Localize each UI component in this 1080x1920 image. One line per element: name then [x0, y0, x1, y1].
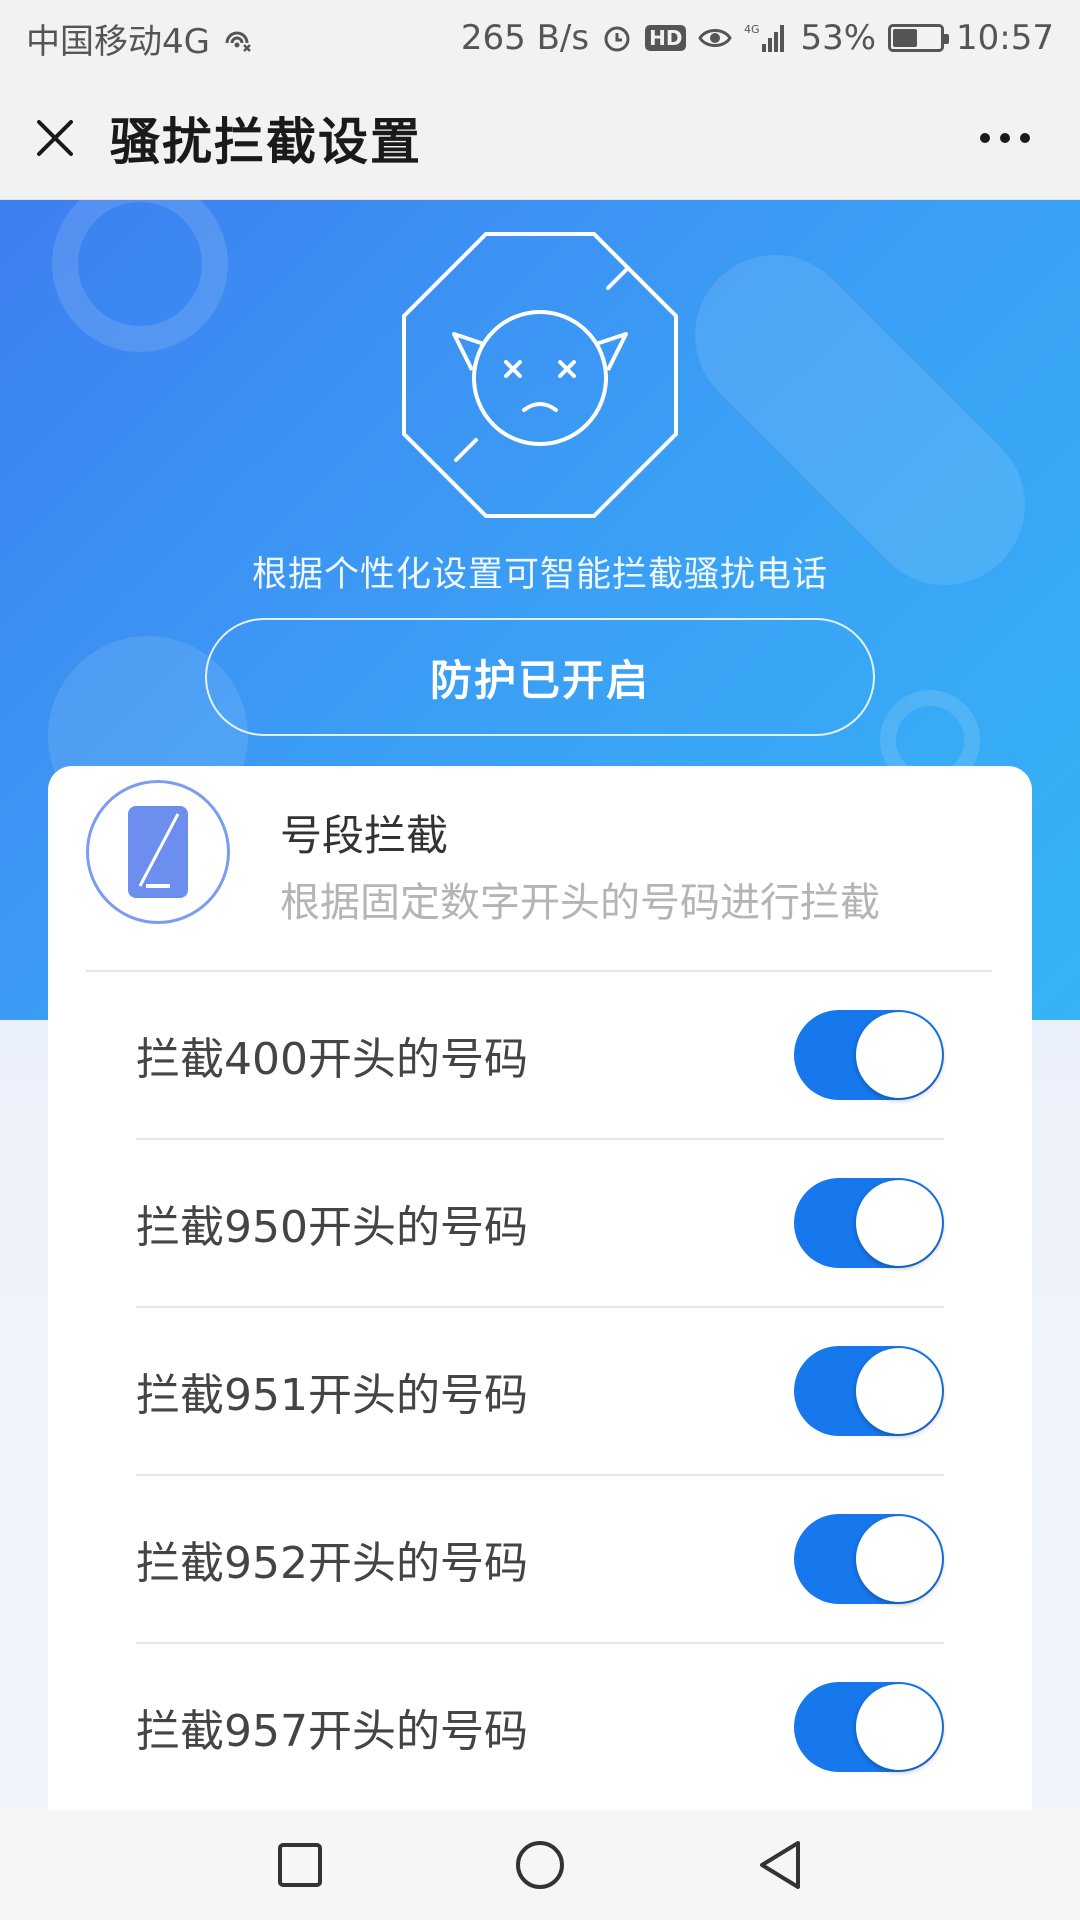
hd-badge: HD [645, 25, 687, 51]
close-button[interactable] [0, 76, 110, 200]
toggle-knob [856, 1516, 942, 1602]
rule-toggle-957[interactable] [794, 1682, 944, 1772]
alarm-icon [601, 22, 633, 54]
clock: 10:57 [956, 18, 1054, 58]
battery-fill [893, 29, 918, 47]
shield-emblem-icon [402, 232, 678, 518]
system-nav-bar [0, 1810, 1080, 1920]
back-button[interactable] [750, 1835, 810, 1895]
close-icon [37, 119, 73, 156]
phone-icon [86, 780, 230, 924]
toggle-knob [856, 1684, 942, 1770]
card-header: 号段拦截 根据固定数字开头的号码进行拦截 [48, 766, 1032, 972]
card-title: 号段拦截 [280, 811, 449, 860]
more-button[interactable] [960, 76, 1050, 200]
rule-toggle-952[interactable] [794, 1514, 944, 1604]
rule-label: 拦截952开头的号码 [136, 1538, 528, 1589]
toggle-knob [856, 1348, 942, 1434]
rule-row-950: 拦截950开头的号码 [136, 1140, 944, 1308]
network-speed: 265 B/s [460, 18, 590, 58]
rule-row-400: 拦截400开头的号码 [136, 972, 944, 1140]
signal-icon: 4G [744, 22, 788, 54]
battery-icon [888, 24, 950, 52]
hero-description: 根据个性化设置可智能拦截骚扰电话 [251, 555, 828, 595]
card-subtitle: 根据固定数字开头的号码进行拦截 [280, 880, 880, 926]
protection-status-button[interactable]: 防护已开启 [205, 618, 875, 736]
signal-network-label: 4G [744, 23, 760, 36]
rule-label: 拦截951开头的号码 [136, 1370, 528, 1421]
rule-label: 拦截400开头的号码 [136, 1034, 528, 1085]
rule-row-952: 拦截952开头的号码 [136, 1476, 944, 1644]
page-title: 骚扰拦截设置 [110, 112, 422, 171]
more-icon [980, 133, 1030, 143]
home-button[interactable] [510, 1835, 570, 1895]
eye-icon [698, 25, 733, 51]
rule-toggle-950[interactable] [794, 1178, 944, 1268]
toggle-knob [856, 1012, 942, 1098]
rule-toggle-951[interactable] [794, 1346, 944, 1436]
rule-toggle-400[interactable] [794, 1010, 944, 1100]
square-icon [278, 1843, 322, 1887]
recents-button[interactable] [270, 1835, 330, 1895]
title-bar: 骚扰拦截设置 [0, 76, 1080, 200]
carrier-label: 中国移动4G [26, 21, 210, 62]
battery-percent: 53% [800, 18, 877, 58]
rule-row-957: 拦截957开头的号码 [136, 1644, 944, 1812]
rule-label: 拦截950开头的号码 [136, 1202, 528, 1253]
rule-row-951: 拦截951开头的号码 [136, 1308, 944, 1476]
triangle-back-icon [760, 1841, 800, 1889]
rule-label: 拦截957开头的号码 [136, 1706, 528, 1757]
status-bar: 中国移动4G 265 B/s HD 4G 53% 10:57 [0, 0, 1080, 76]
decor-ring [52, 200, 228, 352]
circle-icon [516, 1841, 564, 1889]
rule-list: 拦截400开头的号码 拦截950开头的号码 拦截951开头的号码 拦截952开头… [48, 972, 1032, 1812]
toggle-knob [856, 1180, 942, 1266]
hotspot-icon [222, 23, 252, 53]
number-range-card: 号段拦截 根据固定数字开头的号码进行拦截 拦截400开头的号码 拦截950开头的… [48, 766, 1032, 1920]
